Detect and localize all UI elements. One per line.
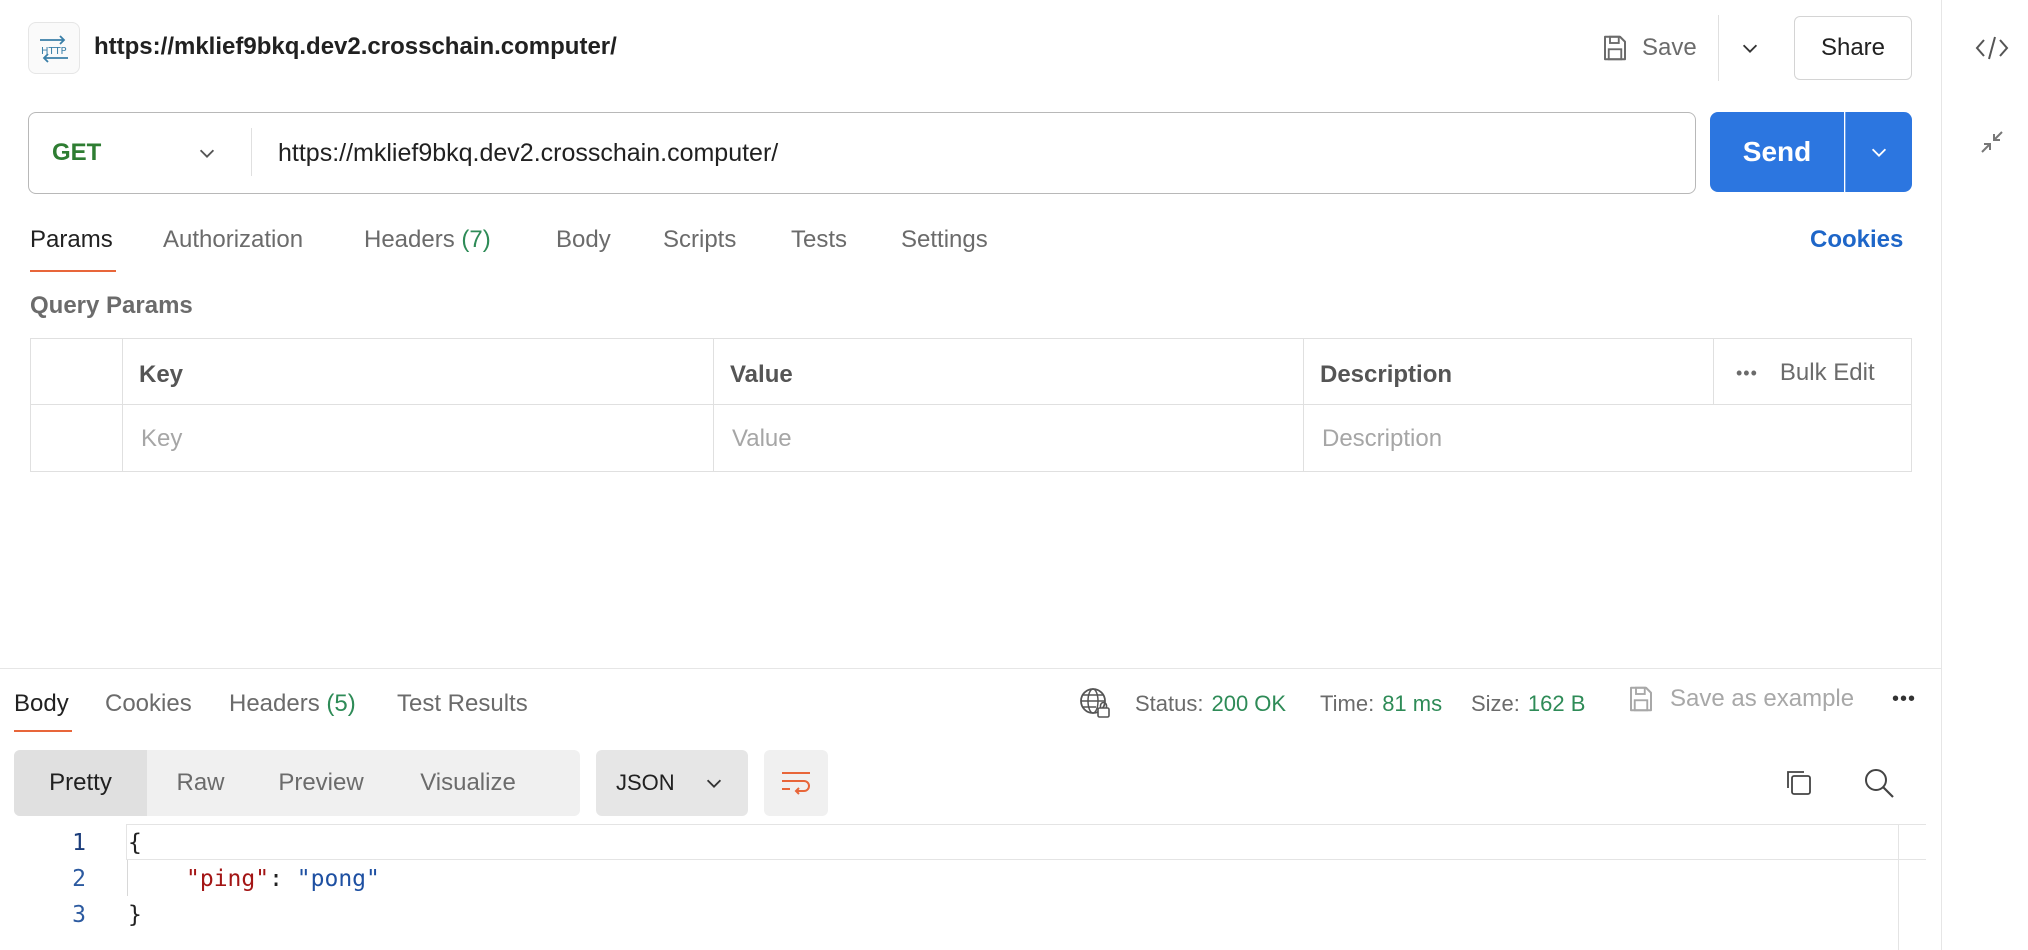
view-preview[interactable]: Preview <box>254 750 388 816</box>
tab-settings[interactable]: Settings <box>901 226 988 254</box>
wrap-lines-icon[interactable] <box>764 750 828 816</box>
table-header-row: Key Value Description ••• Bulk Edit <box>31 339 1911 405</box>
code-line: 3 } <box>0 898 1941 934</box>
active-tab-indicator <box>30 270 116 272</box>
column-description-header: Description <box>1320 361 1453 388</box>
query-params-table: Key Value Description ••• Bulk Edit Key … <box>30 338 1912 472</box>
response-tab-body[interactable]: Body <box>14 690 69 718</box>
save-as-example-button[interactable]: Save as example <box>1626 684 1854 714</box>
view-pretty[interactable]: Pretty <box>14 750 147 816</box>
status-label: Status: <box>1135 691 1204 716</box>
active-response-tab-indicator <box>14 730 72 732</box>
line-number: 1 <box>72 830 86 856</box>
http-request-icon: HTTP <box>28 22 80 74</box>
line-number: 2 <box>72 866 86 892</box>
tab-headers-label: Headers <box>364 226 455 253</box>
response-status: Status: 200 OK <box>1135 691 1286 717</box>
column-key-header: Key <box>139 361 184 388</box>
share-button[interactable]: Share <box>1794 16 1912 80</box>
json-key: "ping" <box>186 866 270 892</box>
response-view-toggle: Pretty Raw Preview Visualize <box>14 750 580 816</box>
value-input[interactable]: Value <box>732 425 792 453</box>
description-input[interactable]: Description <box>1322 425 1442 453</box>
response-more-options-icon[interactable]: ••• <box>1892 688 1916 711</box>
code-text: } <box>128 902 142 928</box>
tab-params[interactable]: Params <box>30 226 113 254</box>
query-params-title: Query Params <box>30 292 193 319</box>
response-tab-test-results[interactable]: Test Results <box>397 690 528 718</box>
save-icon <box>1630 686 1652 712</box>
tab-body[interactable]: Body <box>556 226 611 254</box>
save-as-example-label: Save as example <box>1670 685 1855 712</box>
code-line: 1 { <box>0 826 1941 862</box>
line-number: 3 <box>72 902 86 928</box>
size-label: Size: <box>1471 691 1520 716</box>
code-snippet-icon[interactable] <box>1972 28 2012 68</box>
tab-tests[interactable]: Tests <box>791 226 847 254</box>
format-label: JSON <box>616 770 675 795</box>
table-row: Key Value Description <box>31 405 1911 471</box>
more-options-icon[interactable]: ••• <box>1736 363 1758 384</box>
save-options-chevron-down-icon[interactable] <box>1730 28 1770 68</box>
tab-headers[interactable]: Headers (7) <box>364 226 491 254</box>
search-icon[interactable] <box>1862 766 1896 800</box>
response-time: Time: 81 ms <box>1320 691 1442 717</box>
save-divider <box>1718 15 1719 81</box>
send-button[interactable]: Send <box>1710 112 1844 192</box>
request-title[interactable]: https://mklief9bkq.dev2.crosschain.compu… <box>94 33 617 61</box>
response-body-editor[interactable]: 1 { 2 "ping": "pong" 3 } <box>0 822 1941 950</box>
response-tab-headers-label: Headers <box>229 690 320 717</box>
time-label: Time: <box>1320 691 1375 716</box>
copy-icon[interactable] <box>1782 766 1816 800</box>
url-divider <box>251 128 252 176</box>
view-raw[interactable]: Raw <box>147 750 254 816</box>
method-select[interactable]: GET <box>52 112 101 194</box>
json-value: "pong" <box>296 866 380 892</box>
right-rail-divider <box>1941 0 1942 950</box>
bulk-edit-label: Bulk Edit <box>1779 359 1875 386</box>
url-input[interactable]: https://mklief9bkq.dev2.crosschain.compu… <box>278 139 778 168</box>
format-select[interactable]: JSON <box>596 750 748 816</box>
cookies-link[interactable]: Cookies <box>1810 226 1903 254</box>
json-separator: : <box>269 866 297 892</box>
method-chevron-down-icon[interactable] <box>190 136 224 170</box>
response-tab-headers[interactable]: Headers (5) <box>229 690 356 718</box>
response-divider[interactable] <box>0 668 1941 669</box>
column-value-header: Value <box>730 361 793 388</box>
send-options-chevron-down-icon[interactable] <box>1845 112 1912 192</box>
tab-authorization[interactable]: Authorization <box>163 226 303 254</box>
status-value: 200 OK <box>1211 691 1287 716</box>
code-line: 2 "ping": "pong" <box>0 862 1941 898</box>
code-text: { <box>128 830 142 856</box>
response-tab-cookies[interactable]: Cookies <box>105 690 192 718</box>
response-tab-headers-count: (5) <box>326 690 356 717</box>
key-input[interactable]: Key <box>141 425 182 453</box>
bulk-edit-button[interactable]: ••• Bulk Edit <box>1736 359 1875 387</box>
save-label: Save <box>1642 34 1697 61</box>
save-icon <box>1604 35 1626 61</box>
tab-headers-count: (7) <box>461 226 491 253</box>
collapse-icon[interactable] <box>1976 126 2008 158</box>
tab-scripts[interactable]: Scripts <box>663 226 736 254</box>
size-value: 162 B <box>1527 691 1586 716</box>
chevron-down-icon <box>706 779 721 788</box>
response-size: Size: 162 B <box>1471 691 1585 717</box>
code-text: "ping": "pong" <box>186 866 380 892</box>
view-visualize[interactable]: Visualize <box>388 750 548 816</box>
save-button[interactable]: Save <box>1600 28 1697 68</box>
svg-text:HTTP: HTTP <box>41 46 67 57</box>
time-value: 81 ms <box>1382 691 1443 716</box>
network-globe-lock-icon[interactable] <box>1078 686 1112 720</box>
